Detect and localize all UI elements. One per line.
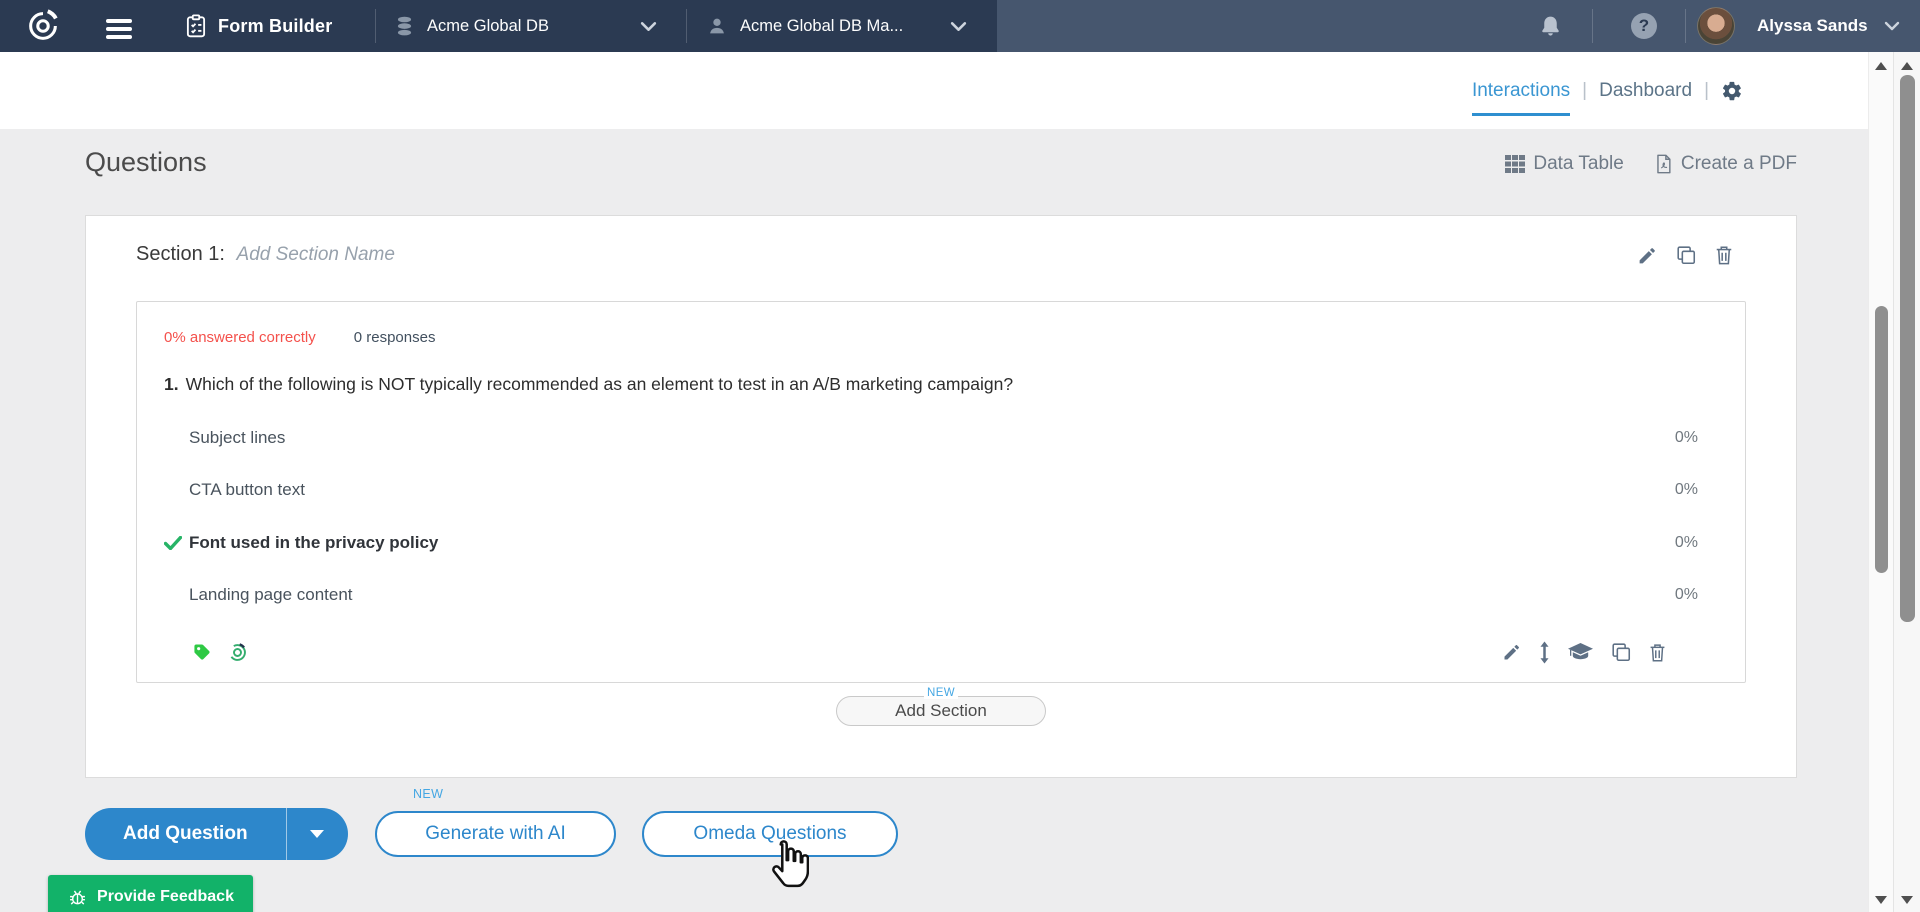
new-badge: NEW — [924, 687, 958, 699]
section-actions — [1637, 244, 1734, 266]
profile-person-icon — [706, 0, 728, 52]
add-section-wrap: Add Section NEW — [836, 696, 1046, 726]
menu-icon[interactable] — [106, 0, 132, 52]
page-scrollbar-thumb[interactable] — [1900, 75, 1915, 622]
section-header: Section 1: Add Section Name — [136, 243, 395, 266]
provide-feedback-button[interactable]: Provide Feedback — [48, 875, 253, 912]
nav-divider — [1685, 9, 1686, 43]
add-question-dropdown[interactable] — [286, 808, 348, 860]
answered-correctly-stat: 0% answered correctly — [164, 329, 316, 346]
top-navbar: Form Builder Acme Global DB Acme Global … — [0, 0, 1920, 52]
section-name-placeholder[interactable]: Add Section Name — [237, 244, 395, 265]
trash-icon[interactable] — [1714, 244, 1734, 266]
option-percent: 0% — [1675, 429, 1698, 447]
option-percent: 0% — [1675, 534, 1698, 552]
data-table-label: Data Table — [1533, 153, 1624, 175]
edit-pencil-icon[interactable] — [1502, 642, 1522, 662]
user-avatar[interactable] — [1697, 0, 1735, 52]
omeda-questions-button[interactable]: Omeda Questions — [642, 811, 898, 857]
question-number: 1. — [164, 374, 179, 394]
table-grid-icon — [1505, 155, 1525, 173]
trash-icon[interactable] — [1648, 642, 1667, 663]
page-actions: Data Table Create a PDF — [1505, 153, 1797, 175]
omeda-logo-icon[interactable] — [24, 0, 62, 52]
omeda-question-icon[interactable] — [227, 642, 248, 663]
answer-option[interactable]: CTA button text 0% — [164, 473, 1698, 507]
data-table-button[interactable]: Data Table — [1505, 153, 1624, 175]
page-scrollbar[interactable] — [1893, 52, 1920, 912]
tag-icon[interactable] — [192, 642, 212, 662]
answer-option[interactable]: Landing page content 0% — [164, 578, 1698, 612]
sub-navigation: Interactions | Dashboard | — [0, 52, 1868, 129]
scroll-down-arrow[interactable] — [1875, 896, 1887, 904]
new-badge: NEW — [413, 787, 443, 801]
copy-icon[interactable] — [1675, 244, 1697, 266]
create-pdf-button[interactable]: Create a PDF — [1654, 153, 1797, 175]
notifications-bell-icon[interactable] — [1538, 0, 1563, 52]
caret-down-icon — [310, 830, 324, 838]
tab-interactions[interactable]: Interactions — [1472, 80, 1570, 102]
chevron-down-icon[interactable] — [1884, 0, 1900, 52]
inner-scrollbar[interactable] — [1868, 52, 1893, 912]
nav-divider — [1592, 9, 1593, 43]
copy-icon[interactable] — [1610, 641, 1632, 663]
option-percent: 0% — [1675, 586, 1698, 604]
section-card: Section 1: Add Section Name — [85, 215, 1797, 778]
create-pdf-label: Create a PDF — [1681, 153, 1797, 175]
question-stats: 0% answered correctly 0 responses — [164, 329, 435, 346]
form-builder-icon — [183, 0, 209, 52]
bug-icon — [67, 887, 88, 908]
help-icon[interactable]: ? — [1631, 0, 1657, 52]
gear-icon[interactable] — [1721, 80, 1743, 102]
page-title: Questions — [85, 147, 207, 178]
correct-check-icon — [164, 536, 189, 550]
pdf-file-icon — [1654, 153, 1673, 175]
question-text: 1.Which of the following is NOT typicall… — [164, 374, 1013, 395]
generate-with-ai-button[interactable]: Generate with AI — [375, 811, 616, 857]
question-footer — [164, 634, 1667, 670]
add-question-button[interactable]: Add Question — [85, 808, 286, 860]
add-question-split-button: Add Question — [85, 808, 348, 860]
question-card: 0% answered correctly 0 responses 1.Whic… — [136, 301, 1746, 683]
app-title: Form Builder — [218, 0, 332, 52]
edit-pencil-icon[interactable] — [1637, 245, 1658, 266]
nav-divider — [375, 9, 376, 43]
chevron-down-icon[interactable] — [950, 0, 967, 52]
app-window: Form Builder Acme Global DB Acme Global … — [0, 0, 1920, 912]
profile-selector[interactable]: Acme Global DB Ma... — [740, 0, 903, 52]
answer-option-correct[interactable]: Font used in the privacy policy 0% — [164, 526, 1698, 560]
tab-dashboard[interactable]: Dashboard — [1599, 80, 1692, 102]
answer-option[interactable]: Subject lines 0% — [164, 421, 1698, 455]
separator: | — [1704, 80, 1709, 102]
section-title: Section 1: — [136, 243, 225, 265]
add-section-button[interactable]: Add Section — [836, 696, 1046, 726]
nav-divider — [686, 9, 687, 43]
database-icon — [394, 0, 415, 52]
move-up-down-icon[interactable] — [1538, 641, 1551, 664]
provide-feedback-label: Provide Feedback — [97, 888, 234, 906]
scroll-up-arrow[interactable] — [1875, 62, 1887, 70]
database-selector[interactable]: Acme Global DB — [427, 0, 549, 52]
scroll-down-arrow[interactable] — [1901, 896, 1913, 904]
responses-stat: 0 responses — [354, 329, 436, 346]
option-percent: 0% — [1675, 481, 1698, 499]
chevron-down-icon[interactable] — [640, 0, 657, 52]
user-name[interactable]: Alyssa Sands — [1757, 0, 1868, 52]
graduation-cap-icon[interactable] — [1567, 642, 1594, 662]
separator: | — [1582, 80, 1587, 102]
inner-scrollbar-thumb[interactable] — [1875, 306, 1888, 573]
scroll-up-arrow[interactable] — [1901, 62, 1913, 70]
